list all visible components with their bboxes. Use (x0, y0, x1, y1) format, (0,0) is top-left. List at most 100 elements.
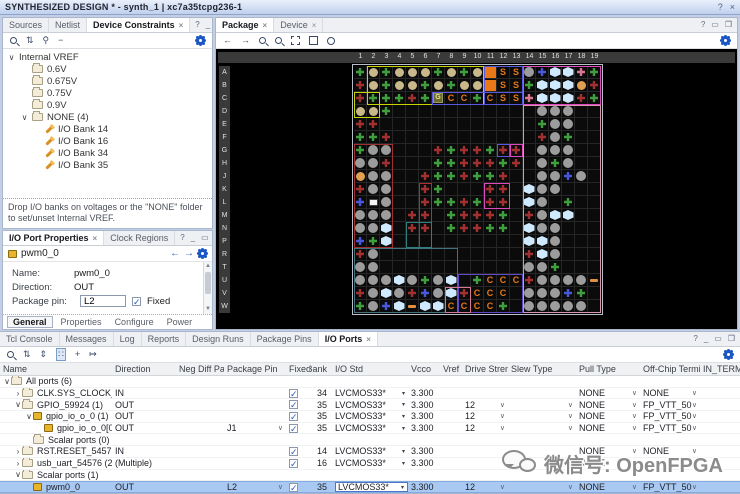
pin-F4[interactable] (393, 131, 406, 144)
pin-F5[interactable] (406, 131, 419, 144)
pin-E16[interactable] (549, 118, 562, 131)
pin-J15[interactable] (536, 170, 549, 183)
pin-A6[interactable] (419, 66, 432, 79)
pin-W4[interactable] (393, 300, 406, 313)
pin-U6[interactable] (419, 274, 432, 287)
pin-P12[interactable] (497, 235, 510, 248)
fixed-checkbox[interactable]: ✓ (289, 458, 298, 468)
pin-R2[interactable] (367, 248, 380, 261)
column-header-vcco[interactable]: Vcco (408, 363, 440, 375)
pin-L14[interactable] (523, 196, 536, 209)
pin-D8[interactable] (445, 105, 458, 118)
pin-T5[interactable] (406, 261, 419, 274)
pin-E2[interactable] (367, 118, 380, 131)
window-control[interactable]: ? (693, 335, 697, 343)
autofit-icon[interactable] (327, 36, 335, 45)
pin-J14[interactable] (523, 170, 536, 183)
port-row-gpio-io-o-0-1-[interactable]: ∨ gpio_io_o_0 (1) OUT ✓ 35 LVCMOS33* ▾ 3.300 12 ∨… (0, 411, 740, 423)
tab-package[interactable]: Package × (216, 18, 275, 32)
tree-item-i-o-bank-16[interactable]: I/O Bank 16 (3, 135, 212, 147)
dropdown-icon[interactable]: ∨ (278, 483, 286, 491)
pin-P8[interactable] (445, 235, 458, 248)
pin-U5[interactable] (406, 274, 419, 287)
pin-A14[interactable] (523, 66, 536, 79)
panel-window-controls[interactable]: ? _ ▭ ❐ (688, 332, 740, 346)
pin-N12[interactable] (497, 222, 510, 235)
pin-B5[interactable] (406, 79, 419, 92)
pin-U12[interactable]: C (497, 274, 510, 287)
pin-L19[interactable] (588, 196, 601, 209)
drive-strength-cell[interactable]: 12 ∨ (462, 423, 508, 434)
dropdown-icon[interactable]: ∨ (632, 389, 640, 397)
column-header-vref[interactable]: Vref (440, 363, 462, 375)
pin-D14[interactable] (523, 105, 536, 118)
settings-gear-icon[interactable] (721, 36, 730, 45)
pin-W2[interactable] (367, 300, 380, 313)
pin-M18[interactable] (575, 209, 588, 222)
close-icon[interactable]: × (730, 2, 735, 12)
pin-B2[interactable] (367, 79, 380, 92)
collapse-all-icon[interactable]: ⇅ (26, 36, 34, 45)
collapse-all-icon[interactable]: ⇅ (23, 350, 31, 359)
pin-D2[interactable] (367, 105, 380, 118)
pin-K8[interactable] (445, 183, 458, 196)
pin-R17[interactable] (562, 248, 575, 261)
pin-B1[interactable] (354, 79, 367, 92)
pin-L5[interactable] (406, 196, 419, 209)
pin-M10[interactable] (471, 209, 484, 222)
fixed-checkbox[interactable]: ✓ (289, 423, 298, 433)
fixed-checkbox[interactable]: ✓ (132, 296, 141, 306)
pin-A5[interactable] (406, 66, 419, 79)
pin-T1[interactable] (354, 261, 367, 274)
pin-D10[interactable] (471, 105, 484, 118)
column-header-direction[interactable]: Direction (112, 363, 176, 375)
pin-G7[interactable] (432, 144, 445, 157)
scroll-up-icon[interactable]: ▲ (204, 262, 212, 271)
dropdown-icon[interactable]: ∨ (692, 412, 700, 420)
pin-K6[interactable] (419, 183, 432, 196)
pin-U14[interactable] (523, 274, 536, 287)
pin-V4[interactable] (393, 287, 406, 300)
pin-D17[interactable] (562, 105, 575, 118)
tab-design-runs[interactable]: Design Runs (186, 332, 251, 346)
pin-R4[interactable] (393, 248, 406, 261)
tree-caret-icon[interactable]: ∨ (14, 400, 22, 409)
pin-M9[interactable] (458, 209, 471, 222)
port-row-all-ports-6-[interactable]: ∨ All ports (6) (0, 376, 740, 388)
pin-icon[interactable]: ⚲ (43, 36, 50, 45)
dropdown-icon[interactable]: ∨ (500, 412, 508, 420)
close-tab-icon[interactable]: × (366, 335, 371, 344)
pin-W14[interactable] (523, 300, 536, 313)
pin-A3[interactable] (380, 66, 393, 79)
subtab-properties[interactable]: Properties (56, 317, 107, 327)
pin-G12[interactable] (497, 144, 510, 157)
pin-K15[interactable] (536, 183, 549, 196)
pin-K14[interactable] (523, 183, 536, 196)
pin-N11[interactable] (484, 222, 497, 235)
tab-device-constraints[interactable]: Device Constraints × (87, 18, 191, 32)
pin-D6[interactable] (419, 105, 432, 118)
pin-K3[interactable] (380, 183, 393, 196)
pin-B6[interactable] (419, 79, 432, 92)
pin-G1[interactable] (354, 144, 367, 157)
pin-P13[interactable] (510, 235, 523, 248)
pin-H16[interactable] (549, 157, 562, 170)
pin-V7[interactable] (432, 287, 445, 300)
window-control[interactable]: ❐ (728, 335, 735, 343)
pin-U4[interactable] (393, 274, 406, 287)
pin-N19[interactable] (588, 222, 601, 235)
pin-L1[interactable] (354, 196, 367, 209)
io-std-cell[interactable]: LVCMOS33* ▾ (332, 482, 408, 492)
pin-V15[interactable] (536, 287, 549, 300)
window-titlebar[interactable]: SYNTHESIZED DESIGN * - synth_1 | xc7a35t… (0, 0, 740, 15)
pin-M2[interactable] (367, 209, 380, 222)
package-pin-cell[interactable]: L2 ∨ (224, 482, 286, 492)
export-icon[interactable]: ↦ (89, 350, 97, 359)
tree-item-0-675v[interactable]: 0.675V (3, 75, 212, 87)
pin-D12[interactable] (497, 105, 510, 118)
pin-D15[interactable] (536, 105, 549, 118)
tree-item-0-75v[interactable]: 0.75V (3, 87, 212, 99)
fixed-checkbox[interactable]: ✓ (289, 388, 298, 398)
pin-E7[interactable] (432, 118, 445, 131)
pin-U10[interactable] (471, 274, 484, 287)
